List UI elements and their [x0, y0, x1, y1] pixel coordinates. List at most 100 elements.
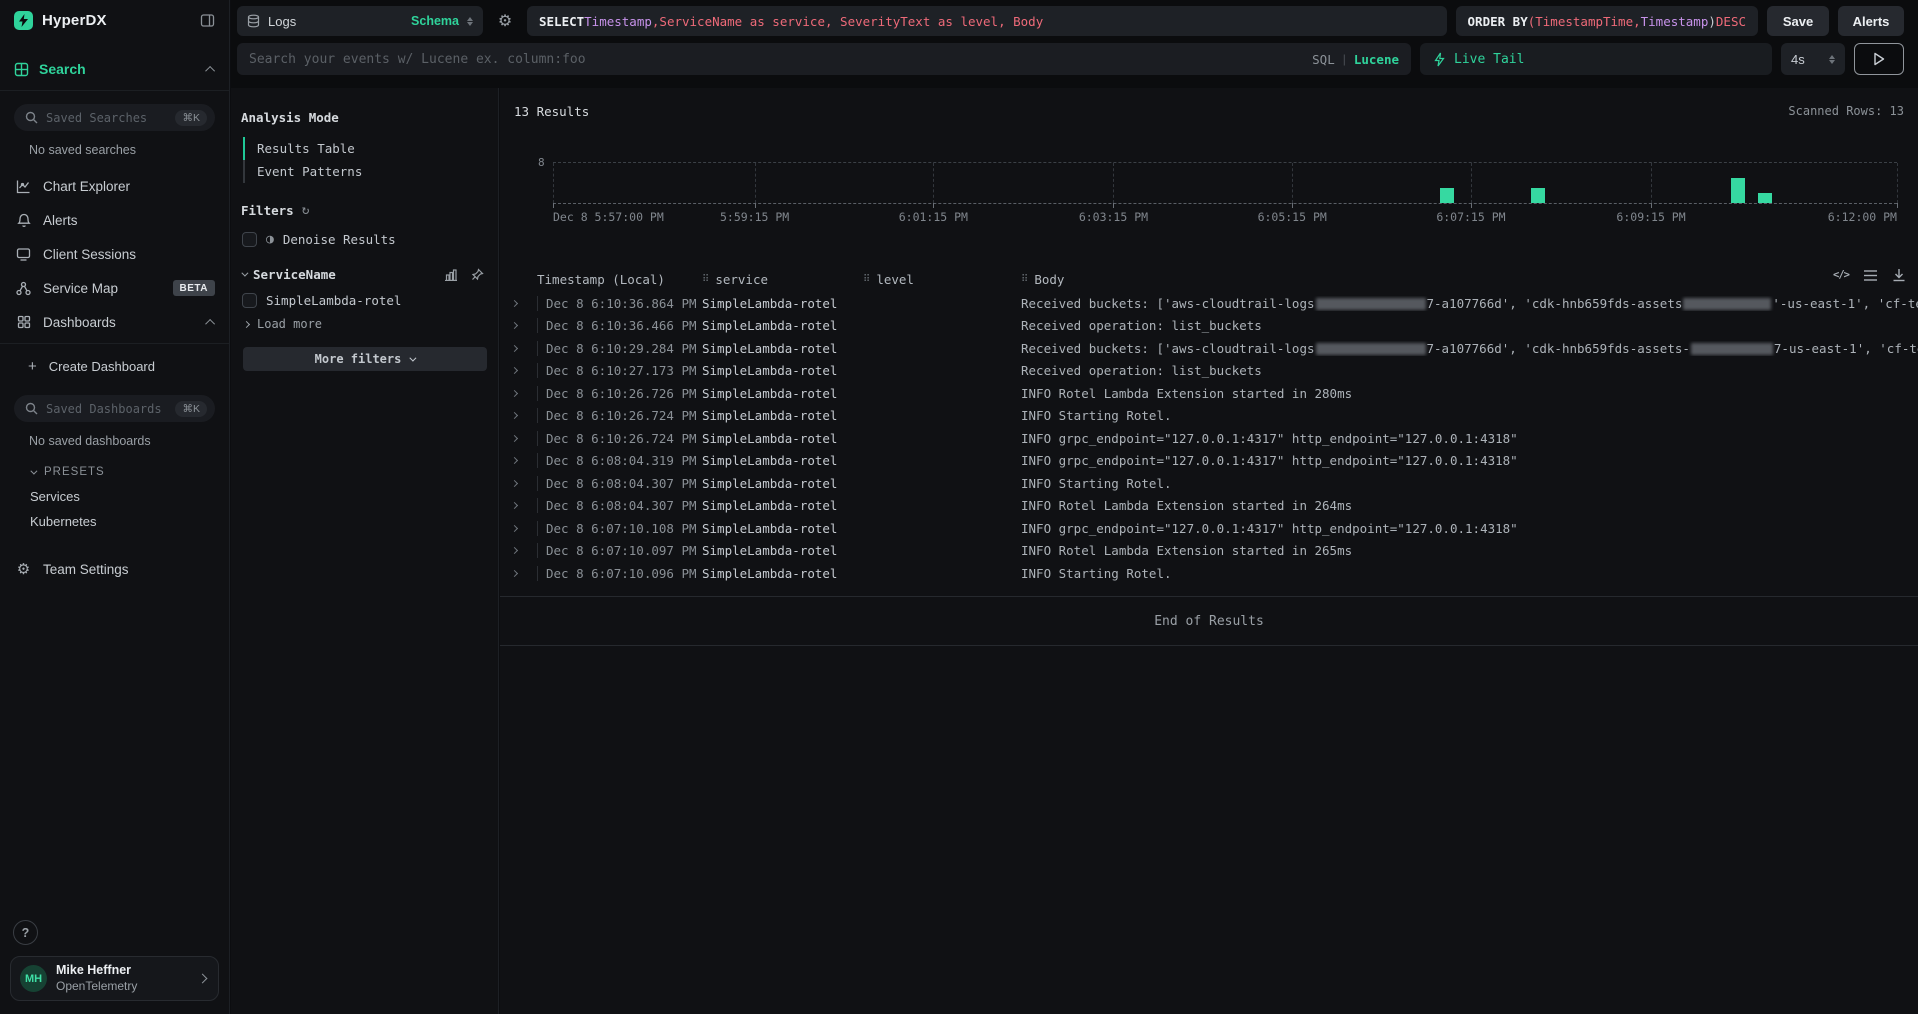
- drag-handle-icon[interactable]: ⠿: [702, 274, 709, 285]
- col-service[interactable]: ⠿service: [702, 272, 863, 287]
- create-dashboard-button[interactable]: + Create Dashboard: [0, 350, 229, 382]
- log-row[interactable]: Dec 8 6:10:26.724 PMSimpleLambda-rotelIN…: [500, 427, 1918, 450]
- histogram-bar[interactable]: [1758, 193, 1772, 203]
- histogram-bar[interactable]: [1531, 188, 1545, 203]
- play-button[interactable]: [1854, 43, 1904, 75]
- log-row[interactable]: Dec 8 6:10:29.284 PMSimpleLambda-rotelRe…: [500, 337, 1918, 360]
- saved-dashboards-input[interactable]: Saved Dashboards ⌘K: [14, 395, 215, 422]
- live-tail-button[interactable]: Live Tail: [1420, 43, 1772, 75]
- user-menu[interactable]: MH Mike Heffner OpenTelemetry: [10, 956, 219, 1001]
- mode-event-patterns[interactable]: Event Patterns: [243, 160, 488, 183]
- orderby-query-input[interactable]: ORDER BY (TimestampTime, Timestamp) DESC: [1456, 6, 1758, 36]
- log-row[interactable]: Dec 8 6:10:26.726 PMSimpleLambda-rotelIN…: [500, 382, 1918, 405]
- alerts-button[interactable]: Alerts: [1838, 6, 1904, 36]
- log-row[interactable]: Dec 8 6:07:10.096 PMSimpleLambda-rotelIN…: [500, 562, 1918, 585]
- expand-row-icon[interactable]: [510, 568, 537, 579]
- more-filters-button[interactable]: More filters: [243, 347, 487, 371]
- expand-row-icon[interactable]: [510, 320, 537, 331]
- expand-row-icon[interactable]: [510, 455, 537, 466]
- col-body[interactable]: ⠿Body: [1021, 272, 1918, 287]
- avatar: MH: [20, 965, 47, 992]
- facet-chart-icon[interactable]: [444, 268, 458, 281]
- query-settings-gear-icon[interactable]: ⚙: [492, 6, 518, 36]
- sidebar-item-services[interactable]: Services: [0, 484, 229, 509]
- saved-searches-input[interactable]: Saved Searches ⌘K: [14, 104, 215, 131]
- load-more-button[interactable]: Load more: [241, 317, 488, 331]
- log-row[interactable]: Dec 8 6:08:04.319 PMSimpleLambda-rotelIN…: [500, 450, 1918, 473]
- mode-results-table[interactable]: Results Table: [243, 137, 488, 160]
- expand-row-icon[interactable]: [511, 322, 518, 329]
- chart-gridline: [1292, 163, 1293, 203]
- expand-row-icon[interactable]: [510, 545, 537, 556]
- col-timestamp[interactable]: Timestamp (Local): [537, 272, 702, 287]
- log-row[interactable]: Dec 8 6:07:10.097 PMSimpleLambda-rotelIN…: [500, 540, 1918, 563]
- pin-icon[interactable]: [471, 268, 484, 281]
- source-select[interactable]: Logs Schema: [237, 6, 483, 36]
- histogram-bar[interactable]: [1731, 178, 1745, 203]
- expand-row-icon[interactable]: [511, 480, 518, 487]
- expand-row-icon[interactable]: [510, 433, 537, 444]
- col-level[interactable]: ⠿level: [863, 272, 1021, 287]
- log-row[interactable]: Dec 8 6:10:36.864 PMSimpleLambda-rotelRe…: [500, 292, 1918, 315]
- expand-row-icon[interactable]: [511, 390, 518, 397]
- select-caret-icon: [1829, 55, 1835, 64]
- help-button[interactable]: ?: [13, 920, 38, 945]
- expand-row-icon[interactable]: [510, 298, 537, 309]
- histogram-chart[interactable]: 8 Dec 8 5:57:00 PM5:59:15 PM6:01:15 PM6:…: [514, 148, 1897, 236]
- sql-toggle[interactable]: SQL: [1312, 52, 1335, 67]
- checkbox[interactable]: [242, 293, 257, 308]
- expand-row-icon[interactable]: [511, 570, 518, 577]
- expand-row-icon[interactable]: [511, 367, 518, 374]
- log-row[interactable]: Dec 8 6:08:04.307 PMSimpleLambda-rotelIN…: [500, 495, 1918, 518]
- row-density-icon[interactable]: [1863, 269, 1878, 282]
- lucene-toggle[interactable]: Lucene: [1354, 52, 1399, 67]
- expand-row-icon[interactable]: [510, 388, 537, 399]
- download-icon[interactable]: [1892, 268, 1906, 282]
- sidebar-item-chart-explorer[interactable]: Chart Explorer: [0, 169, 229, 203]
- interval-select[interactable]: 4s: [1781, 43, 1845, 75]
- expand-row-icon[interactable]: [510, 365, 537, 376]
- refresh-icon[interactable]: ↻: [302, 203, 310, 218]
- expand-row-icon[interactable]: [510, 478, 537, 489]
- log-row[interactable]: Dec 8 6:10:36.466 PMSimpleLambda-rotelRe…: [500, 315, 1918, 338]
- expand-row-icon[interactable]: [510, 410, 537, 421]
- sidebar-item-dashboards[interactable]: Dashboards: [0, 305, 229, 339]
- code-view-icon[interactable]: </>: [1833, 269, 1849, 281]
- expand-row-icon[interactable]: [511, 457, 518, 464]
- drag-handle-icon[interactable]: ⠿: [863, 274, 870, 285]
- presets-toggle[interactable]: PRESETS: [0, 452, 229, 484]
- expand-row-icon[interactable]: [510, 523, 537, 534]
- sidebar-collapse-icon[interactable]: [200, 13, 215, 28]
- expand-row-icon[interactable]: [511, 412, 518, 419]
- checkbox[interactable]: [242, 232, 257, 247]
- sidebar-item-search[interactable]: Search: [0, 40, 229, 91]
- log-row[interactable]: Dec 8 6:08:04.307 PMSimpleLambda-rotelIN…: [500, 472, 1918, 495]
- select-query-input[interactable]: SELECT Timestamp, ServiceName as service…: [527, 6, 1447, 36]
- histogram-bar[interactable]: [1440, 188, 1454, 203]
- facet-servicename[interactable]: ServiceName: [241, 267, 488, 282]
- log-row[interactable]: Dec 8 6:10:26.724 PMSimpleLambda-rotelIN…: [500, 405, 1918, 428]
- source-label: Logs: [268, 14, 296, 29]
- event-search-input[interactable]: Search your events w/ Lucene ex. column:…: [237, 43, 1411, 75]
- expand-row-icon[interactable]: [510, 500, 537, 511]
- save-button[interactable]: Save: [1767, 6, 1829, 36]
- sidebar-item-client-sessions[interactable]: Client Sessions: [0, 237, 229, 271]
- drag-handle-icon[interactable]: ⠿: [1021, 274, 1028, 285]
- sidebar-item-service-map[interactable]: Service Map BETA: [0, 271, 229, 305]
- sidebar-item-team-settings[interactable]: ⚙ Team Settings: [0, 552, 229, 586]
- expand-row-icon[interactable]: [511, 345, 518, 352]
- row-service: SimpleLambda-rotel: [702, 431, 863, 446]
- expand-row-icon[interactable]: [511, 525, 518, 532]
- sidebar-item-kubernetes[interactable]: Kubernetes: [0, 509, 229, 534]
- expand-row-icon[interactable]: [511, 502, 518, 509]
- facet-value-row[interactable]: SimpleLambda-rotel: [241, 293, 488, 308]
- log-row[interactable]: Dec 8 6:07:10.108 PMSimpleLambda-rotelIN…: [500, 517, 1918, 540]
- denoise-checkbox-row[interactable]: ◑ Denoise Results: [241, 232, 488, 247]
- expand-row-icon[interactable]: [510, 343, 537, 354]
- expand-row-icon[interactable]: [511, 300, 518, 307]
- sidebar-item-alerts[interactable]: Alerts: [0, 203, 229, 237]
- expand-row-icon[interactable]: [511, 547, 518, 554]
- log-row[interactable]: Dec 8 6:10:27.173 PMSimpleLambda-rotelRe…: [500, 360, 1918, 383]
- x-axis-label: 6:01:15 PM: [899, 210, 968, 224]
- expand-row-icon[interactable]: [511, 435, 518, 442]
